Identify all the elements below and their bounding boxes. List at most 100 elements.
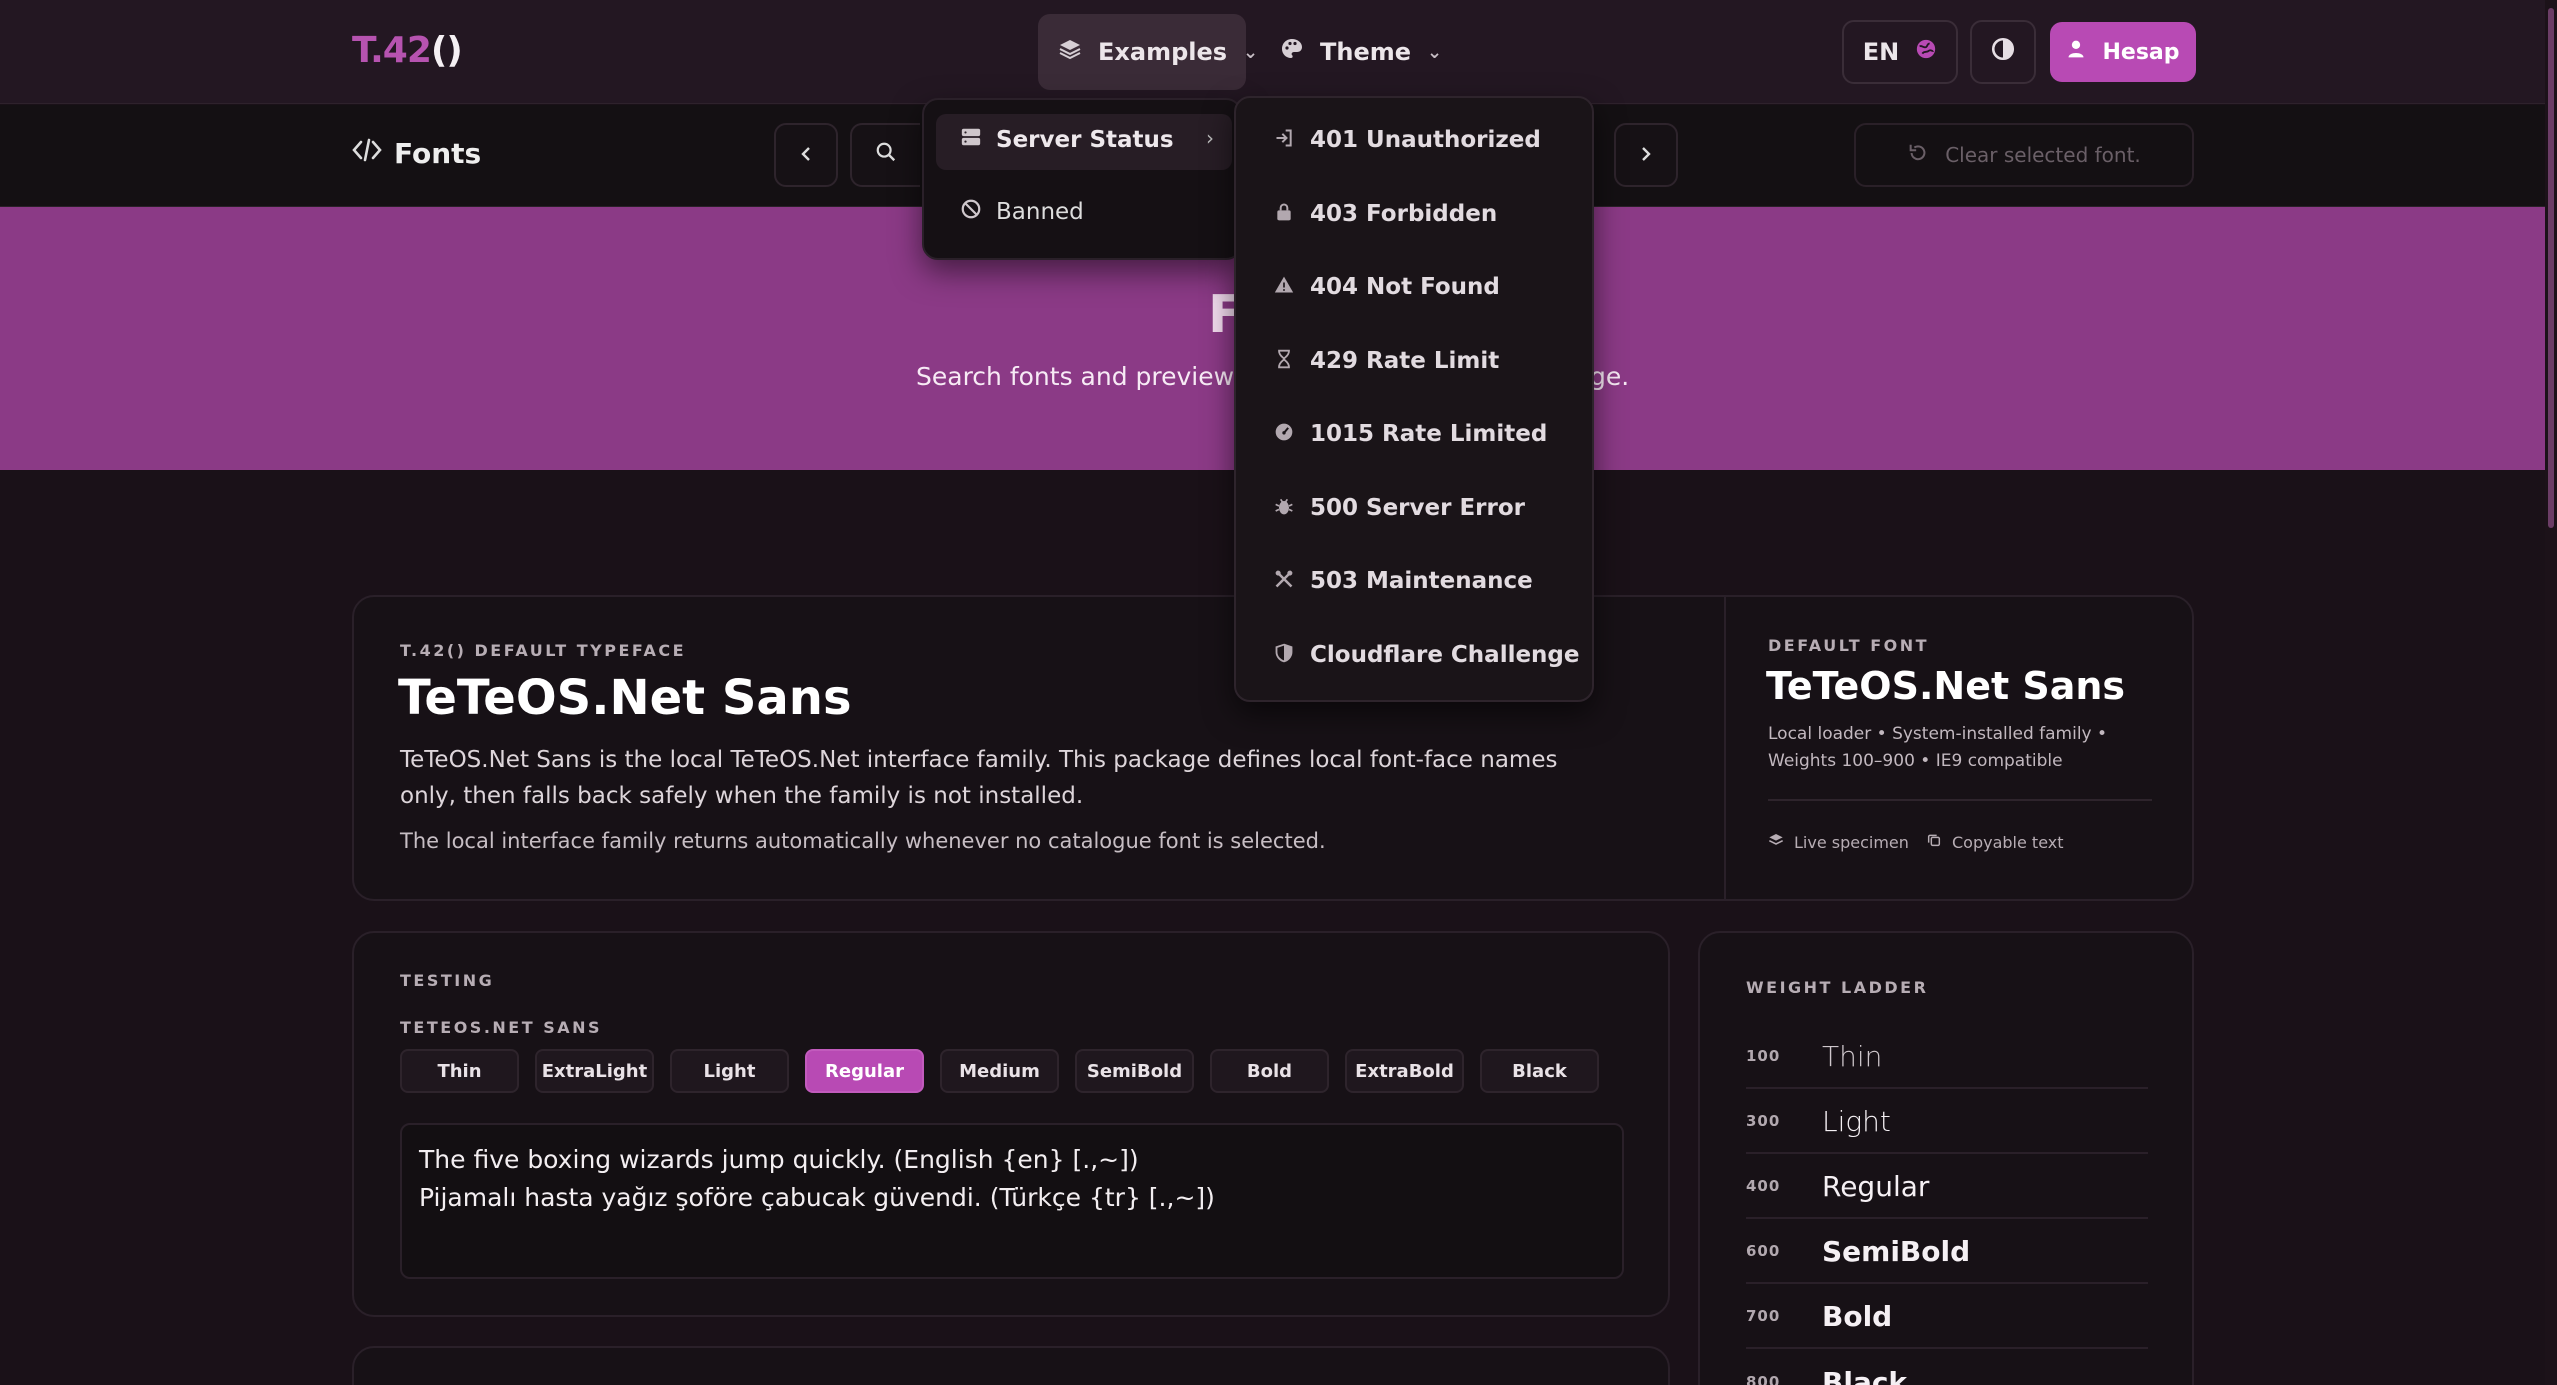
language-label: EN: [1862, 38, 1900, 66]
layers-icon: [1768, 832, 1784, 852]
ladder-weight-name: SemiBold: [1822, 1234, 1971, 1268]
undo-icon: [1907, 142, 1929, 169]
hero-subtitle: Search fonts and preview yo: [916, 362, 1273, 391]
weight-button-black[interactable]: Black: [1480, 1049, 1599, 1093]
contrast-icon: [1990, 36, 2016, 68]
ladder-row: 600 SemiBold: [1746, 1220, 2148, 1284]
previous-font-button[interactable]: [774, 123, 838, 187]
code-icon: [352, 137, 382, 170]
default-typeface-title: TeTeOS.Net Sans: [398, 670, 852, 726]
ladder-weight-name: Light: [1822, 1104, 1891, 1138]
account-button[interactable]: Hesap: [2050, 22, 2196, 82]
live-specimen-tag: Live specimen: [1768, 832, 1909, 852]
tools-icon: [1272, 569, 1296, 594]
language-switcher[interactable]: EN: [1842, 20, 1958, 84]
submenu-label: 1015 Rate Limited: [1310, 421, 1548, 447]
globe-icon: [1915, 38, 1937, 66]
ban-icon: [960, 198, 982, 226]
next-card: [352, 1346, 1670, 1385]
hero-subtitle-end: ge.: [1590, 362, 1630, 391]
submenu-label: 429 Rate Limit: [1310, 348, 1500, 374]
contrast-toggle-button[interactable]: [1970, 20, 2036, 84]
palette-icon: [1280, 37, 1304, 67]
submenu-item-403[interactable]: 403 Forbidden: [1272, 201, 1497, 227]
next-font-button[interactable]: [1614, 123, 1678, 187]
ladder-weight-number: 600: [1746, 1242, 1781, 1260]
submenu-item-500[interactable]: 500 Server Error: [1272, 495, 1525, 521]
user-icon: [2066, 39, 2086, 65]
gauge-icon: [1272, 422, 1296, 447]
weight-button-bold[interactable]: Bold: [1210, 1049, 1329, 1093]
hourglass-icon: [1272, 349, 1296, 374]
scrollbar-thumb[interactable]: [2548, 8, 2554, 528]
ladder-weight-number: 400: [1746, 1177, 1781, 1195]
submenu-item-429[interactable]: 429 Rate Limit: [1272, 348, 1499, 374]
default-typeface-eyebrow: T.42() DEFAULT TYPEFACE: [400, 641, 687, 660]
card-divider: [1724, 597, 1726, 899]
submenu-label: 503 Maintenance: [1310, 568, 1533, 594]
sample-text-line: The five boxing wizards jump quickly. (E…: [419, 1145, 1139, 1174]
default-typeface-description: TeTeOS.Net Sans is the local TeTeOS.Net …: [400, 747, 1558, 809]
weight-ladder-eyebrow: WEIGHT LADDER: [1746, 978, 1929, 997]
ladder-weight-name: Regular: [1822, 1169, 1930, 1203]
clear-label: Clear selected font.: [1945, 143, 2141, 167]
ladder-weight-number: 300: [1746, 1112, 1781, 1130]
warning-icon: [1272, 275, 1296, 300]
weight-button-extrabold[interactable]: ExtraBold: [1345, 1049, 1464, 1093]
copy-icon: [1926, 832, 1942, 852]
default-font-title: TeTeOS.Net Sans: [1766, 664, 2126, 708]
weight-button-semibold[interactable]: SemiBold: [1075, 1049, 1194, 1093]
submenu-label: 401 Unauthorized: [1310, 127, 1541, 153]
font-search-field[interactable]: [850, 123, 920, 187]
ladder-weight-name: Black: [1822, 1365, 1908, 1385]
weight-button-thin[interactable]: Thin: [400, 1049, 519, 1093]
weight-button-extralight[interactable]: ExtraLight: [535, 1049, 654, 1093]
account-label: Hesap: [2102, 39, 2180, 65]
testing-eyebrow: TESTING: [400, 971, 495, 990]
divider: [1768, 799, 2152, 801]
examples-menu-button[interactable]: Examples ⌄: [1038, 14, 1258, 90]
clear-selected-font-button[interactable]: Clear selected font.: [1854, 123, 2194, 187]
submenu-item-404[interactable]: 404 Not Found: [1272, 274, 1500, 300]
ladder-row: 700 Bold: [1746, 1285, 2148, 1349]
ladder-weight-name: Thin: [1822, 1039, 1883, 1073]
bug-icon: [1272, 496, 1296, 521]
menu-label: Banned: [996, 199, 1084, 225]
ladder-row: 100 Thin: [1746, 1025, 2148, 1089]
submenu-item-401[interactable]: 401 Unauthorized: [1272, 127, 1541, 153]
menu-item-server-status-label: Server Status: [960, 126, 1174, 154]
weight-button-regular[interactable]: Regular: [805, 1049, 924, 1093]
submenu-label: 500 Server Error: [1310, 495, 1526, 521]
ladder-weight-number: 700: [1746, 1307, 1781, 1325]
weight-button-medium[interactable]: Medium: [940, 1049, 1059, 1093]
chevron-down-icon: ⌄: [1243, 41, 1259, 63]
examples-label: Examples: [1098, 38, 1228, 66]
submenu-label: 403 Forbidden: [1310, 201, 1498, 227]
ladder-row: 800 Black: [1746, 1350, 2148, 1385]
ladder-weight-number: 100: [1746, 1047, 1781, 1065]
sample-text-line: Pijamalı hasta yağız şoföre çabucak güve…: [419, 1183, 1215, 1212]
default-font-eyebrow: DEFAULT FONT: [1768, 636, 1930, 655]
chevron-right-icon: [1637, 141, 1655, 169]
menu-item-banned[interactable]: Banned: [960, 198, 1084, 226]
shield-icon: [1272, 643, 1296, 668]
ladder-weight-name: Bold: [1822, 1299, 1893, 1333]
submenu-item-cloudflare[interactable]: Cloudflare Challenge: [1272, 642, 1580, 668]
submenu-item-1015[interactable]: 1015 Rate Limited: [1272, 421, 1547, 447]
server-status-submenu: [1234, 96, 1594, 702]
testing-font-label: TETEOS.NET SANS: [400, 1018, 603, 1037]
submenu-item-503[interactable]: 503 Maintenance: [1272, 568, 1533, 594]
copyable-text-tag: Copyable text: [1926, 832, 2064, 852]
submenu-label: Cloudflare Challenge: [1310, 642, 1580, 668]
logo-parens: (): [430, 30, 463, 71]
page-title: Fonts: [352, 137, 481, 170]
search-icon: [875, 141, 897, 169]
theme-label: Theme: [1320, 38, 1412, 66]
weight-button-light[interactable]: Light: [670, 1049, 789, 1093]
theme-menu-button[interactable]: Theme ⌄: [1260, 14, 1443, 90]
default-typeface-note: The local interface family returns autom…: [400, 829, 1326, 853]
layers-icon: [1058, 37, 1082, 67]
site-logo[interactable]: T.42(): [352, 30, 463, 71]
chevron-down-icon: ⌄: [1427, 41, 1443, 63]
ladder-row: 400 Regular: [1746, 1155, 2148, 1219]
